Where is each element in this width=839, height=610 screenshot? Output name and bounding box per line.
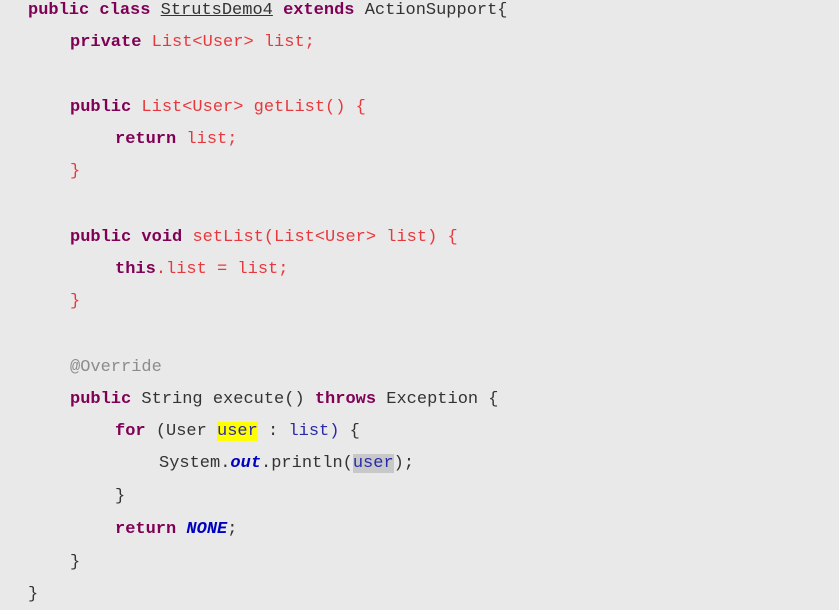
- println-end: );: [393, 454, 415, 473]
- execute-signature: String execute(): [141, 390, 305, 409]
- keyword-this: this: [115, 260, 156, 279]
- keyword-private: private: [70, 33, 142, 52]
- keyword-extends: extends: [283, 1, 355, 20]
- code-line-execute-signature: public String execute() throws Exception…: [70, 389, 499, 411]
- loop-type: (User: [155, 422, 207, 441]
- code-line-setter-close: }: [70, 291, 80, 313]
- code-line-class-close: }: [28, 584, 38, 606]
- code-line-println: System.out.println(user);: [159, 453, 414, 475]
- code-line-field: private List<User> list;: [70, 32, 315, 54]
- keyword-throws: throws: [314, 390, 377, 409]
- keyword-return: return: [115, 130, 177, 149]
- code-line-annotation: @Override: [70, 357, 162, 379]
- closing-brace: }: [28, 585, 39, 604]
- keyword-return: return: [115, 520, 177, 539]
- loop-open-brace: {: [349, 422, 360, 441]
- loop-colon: :: [268, 422, 279, 441]
- println-call: .println(: [261, 454, 353, 473]
- constant-none: NONE: [186, 520, 228, 539]
- assignment-expression: .list = list;: [155, 260, 289, 279]
- loop-collection: list): [288, 422, 340, 441]
- closing-brace: }: [70, 553, 81, 572]
- field-type: List<User>: [151, 33, 254, 52]
- closing-brace: }: [70, 162, 81, 181]
- code-line-class-declaration: public class StrutsDemo4 extends ActionS…: [28, 0, 508, 22]
- class-name[interactable]: StrutsDemo4: [161, 1, 273, 20]
- code-line-method-close: }: [70, 552, 80, 574]
- code-line-getter-return: return list;: [115, 129, 237, 151]
- keyword-for: for: [115, 422, 146, 441]
- setter-signature: setList(List<User> list) {: [192, 228, 458, 247]
- getter-signature: List<User> getList() {: [141, 98, 366, 117]
- keyword-public: public: [70, 390, 132, 409]
- field-name: list;: [263, 33, 315, 52]
- static-field-out: out: [230, 454, 262, 473]
- loop-variable-highlighted[interactable]: user: [217, 422, 258, 441]
- code-line-return-none: return NONE;: [115, 519, 237, 541]
- code-line-getter-close: }: [70, 161, 80, 183]
- keyword-public: public: [70, 98, 132, 117]
- semicolon: ;: [227, 520, 238, 539]
- system-class: System.: [159, 454, 231, 473]
- code-line-getter-signature: public List<User> getList() {: [70, 97, 366, 119]
- parent-class: ActionSupport{: [364, 1, 508, 20]
- closing-brace: }: [115, 487, 126, 506]
- keyword-public: public: [28, 1, 90, 20]
- keyword-void: void: [141, 228, 183, 247]
- return-expression: list;: [186, 130, 238, 149]
- code-line-setter-signature: public void setList(List<User> list) {: [70, 227, 458, 249]
- code-line-setter-body: this.list = list;: [115, 259, 288, 281]
- keyword-public: public: [70, 228, 132, 247]
- code-line-for-loop: for (User user : list) {: [115, 421, 360, 443]
- exception-type: Exception {: [386, 390, 499, 409]
- keyword-class: class: [99, 1, 151, 20]
- println-argument-highlighted[interactable]: user: [352, 454, 394, 473]
- override-annotation: @Override: [70, 358, 162, 377]
- closing-brace: }: [70, 292, 81, 311]
- code-line-for-close: }: [115, 486, 125, 508]
- code-editor[interactable]: public class StrutsDemo4 extends ActionS…: [0, 0, 839, 610]
